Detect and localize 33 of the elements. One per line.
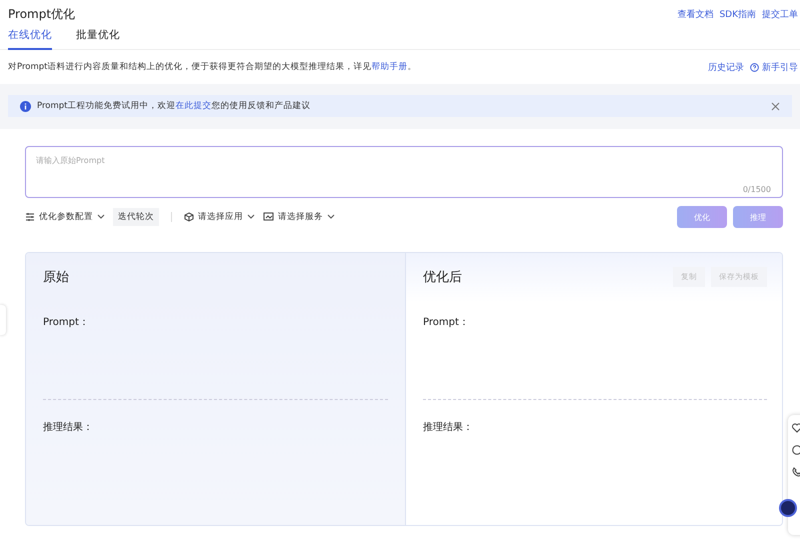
header-link[interactable]: 查看文档 bbox=[677, 8, 714, 20]
header-link[interactable]: 提交工单 bbox=[762, 8, 798, 20]
iteration-button[interactable]: 迭代轮次 bbox=[113, 208, 159, 226]
guide-link[interactable]: 新手引导 bbox=[750, 60, 798, 74]
header-link[interactable]: SDK指南 bbox=[719, 8, 756, 20]
sliders-icon bbox=[25, 212, 35, 222]
info-icon bbox=[20, 100, 31, 112]
prompt-label: Prompt： bbox=[43, 316, 90, 329]
phone-icon[interactable] bbox=[792, 467, 800, 477]
close-icon[interactable] bbox=[771, 102, 780, 110]
tab[interactable]: 在线优化 bbox=[8, 28, 52, 50]
chevron-down-icon bbox=[97, 214, 105, 220]
result-label: 推理结果： bbox=[43, 420, 94, 434]
description-text: 对Prompt语料进行内容质量和结构上的优化，便于获得更符合期望的大模型推理结果，详见帮助手册。 bbox=[8, 61, 416, 73]
tab[interactable]: 批量优化 bbox=[76, 28, 120, 50]
monitor-icon bbox=[263, 212, 274, 222]
panel-title: 优化后 bbox=[423, 269, 462, 286]
app-dropdown[interactable]: 请选择应用 bbox=[184, 211, 255, 223]
banner-text: Prompt工程功能免费试用中，欢迎在此提交您的使用反馈和产品建议 bbox=[37, 100, 312, 112]
page-title: Prompt优化 bbox=[8, 6, 76, 22]
panel-title: 原始 bbox=[43, 269, 69, 286]
heart-icon[interactable] bbox=[792, 423, 800, 433]
result-label: 推理结果： bbox=[423, 420, 474, 434]
params-dropdown[interactable]: 优化参数配置 bbox=[25, 211, 105, 223]
feedback-link[interactable]: 在此提交 bbox=[176, 101, 212, 111]
char-counter: 0/1500 bbox=[742, 185, 771, 194]
history-link[interactable]: 历史记录 bbox=[708, 60, 744, 74]
service-dropdown[interactable]: 请选择服务 bbox=[263, 211, 335, 223]
chevron-down-icon bbox=[247, 214, 255, 220]
prompt-label: Prompt： bbox=[423, 316, 470, 329]
cube-icon bbox=[184, 212, 194, 222]
chevron-down-icon bbox=[327, 214, 335, 220]
help-link[interactable]: 帮助手册 bbox=[372, 62, 408, 72]
